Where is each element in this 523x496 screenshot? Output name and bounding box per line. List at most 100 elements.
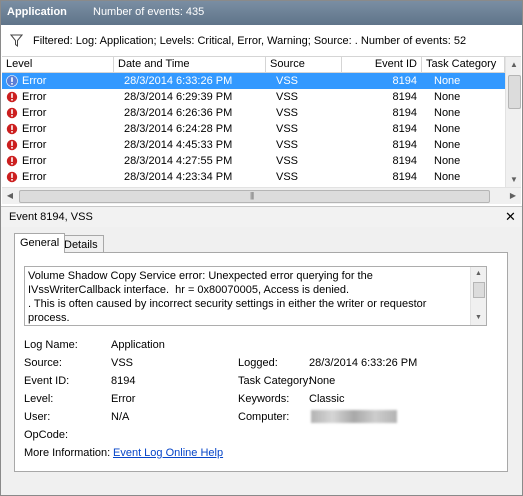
- cell-level: Error: [22, 91, 47, 103]
- table-row[interactable]: Error 28/3/2014 6:29:39 PM VSS 8194 None: [2, 89, 505, 105]
- user-label: User:: [24, 411, 51, 423]
- cell-task-category: None: [434, 139, 461, 151]
- error-icon: [6, 107, 18, 119]
- column-header-date-time[interactable]: Date and Time: [114, 57, 266, 72]
- event-id-value: 8194: [111, 375, 136, 387]
- event-detail-header: Event 8194, VSS ✕: [1, 206, 522, 228]
- cell-date-time: 28/3/2014 4:27:55 PM: [124, 155, 233, 167]
- filter-description: Filtered: Log: Application; Levels: Crit…: [33, 35, 467, 47]
- event-count: Number of events: 435: [93, 6, 205, 18]
- cell-event-id: 8194: [392, 75, 417, 87]
- cell-date-time: 28/3/2014 6:24:28 PM: [124, 123, 233, 135]
- opcode-label: OpCode:: [24, 429, 69, 441]
- cell-date-time: 28/3/2014 4:23:34 PM: [124, 171, 233, 183]
- level-value: Error: [111, 393, 136, 405]
- message-scroll-up-icon[interactable]: ▲: [471, 267, 486, 281]
- cell-event-id: 8194: [392, 139, 417, 151]
- keywords-value: Classic: [309, 393, 345, 405]
- table-vertical-scrollbar[interactable]: ▲ ▼: [505, 57, 521, 188]
- logged-label: Logged:: [238, 357, 278, 369]
- table-row[interactable]: Error 28/3/2014 6:33:26 PM VSS 8194 None: [2, 73, 505, 89]
- cell-task-category: None: [434, 171, 461, 183]
- error-icon: [6, 171, 18, 183]
- column-header-event-id[interactable]: Event ID: [342, 57, 422, 72]
- scroll-up-icon[interactable]: ▲: [506, 57, 521, 73]
- column-header-task-category[interactable]: Task Category: [422, 57, 505, 72]
- error-icon: [6, 155, 18, 167]
- cell-task-category: None: [434, 75, 461, 87]
- event-log-online-help-link[interactable]: Event Log Online Help: [113, 447, 223, 459]
- cell-event-id: 8194: [392, 107, 417, 119]
- filter-bar: Filtered: Log: Application; Levels: Crit…: [1, 29, 522, 53]
- cell-date-time: 28/3/2014 6:26:36 PM: [124, 107, 233, 119]
- log-name-value: Application: [111, 339, 165, 351]
- message-scrollbar[interactable]: ▲ ▼: [470, 267, 486, 325]
- horizontal-scroll-thumb[interactable]: |||: [19, 190, 490, 203]
- source-label: Source:: [24, 357, 62, 369]
- cell-source: VSS: [276, 123, 299, 135]
- filter-icon: [9, 34, 24, 50]
- general-tab-panel: Volume Shadow Copy Service error: Unexpe…: [14, 252, 508, 472]
- cell-level: Error: [22, 123, 47, 135]
- source-value: VSS: [111, 357, 134, 369]
- cell-source: VSS: [276, 171, 299, 183]
- cell-date-time: 28/3/2014 6:33:26 PM: [124, 75, 233, 87]
- error-icon: [6, 123, 18, 135]
- table-row[interactable]: Error 28/3/2014 6:26:36 PM VSS 8194 None: [2, 105, 505, 121]
- scroll-down-icon[interactable]: ▼: [506, 172, 521, 188]
- cell-source: VSS: [276, 75, 299, 87]
- cell-level: Error: [22, 75, 47, 87]
- task-category-label: Task Category:: [238, 375, 312, 387]
- event-message-text: Volume Shadow Copy Service error: Unexpe…: [28, 270, 427, 324]
- scroll-left-icon[interactable]: ◀: [2, 188, 18, 204]
- event-id-label: Event ID:: [24, 375, 70, 387]
- event-detail-title: Event 8194, VSS: [9, 211, 93, 223]
- cell-level: Error: [22, 139, 47, 151]
- user-value: N/A: [111, 411, 130, 423]
- tab-general[interactable]: General: [14, 233, 66, 253]
- cell-source: VSS: [276, 107, 299, 119]
- table-horizontal-scrollbar[interactable]: ◀ ||| ▶: [2, 187, 521, 204]
- cell-source: VSS: [276, 155, 299, 167]
- cell-task-category: None: [434, 91, 461, 103]
- cell-event-id: 8194: [392, 91, 417, 103]
- cell-level: Error: [22, 155, 47, 167]
- cell-source: VSS: [276, 139, 299, 151]
- table-row[interactable]: Error 28/3/2014 4:27:55 PM VSS 8194 None: [2, 153, 505, 169]
- more-information-label: More Information:: [24, 447, 111, 459]
- cell-event-id: 8194: [392, 171, 417, 183]
- table-row[interactable]: Error 28/3/2014 6:24:28 PM VSS 8194 None: [2, 121, 505, 137]
- event-viewer-window: Application Number of events: 435 Filter…: [0, 0, 523, 496]
- cell-event-id: 8194: [392, 155, 417, 167]
- computer-name-redacted: [311, 410, 397, 423]
- computer-label: Computer:: [238, 411, 290, 423]
- event-message-box[interactable]: Volume Shadow Copy Service error: Unexpe…: [24, 266, 487, 326]
- cell-event-id: 8194: [392, 123, 417, 135]
- level-label: Level:: [24, 393, 54, 405]
- table-row[interactable]: Error 28/3/2014 4:23:34 PM VSS 8194 None: [2, 169, 505, 185]
- log-title-bar: Application Number of events: 435: [1, 1, 522, 25]
- cell-source: VSS: [276, 91, 299, 103]
- log-name-label: Log Name:: [24, 339, 78, 351]
- task-category-value: None: [309, 375, 336, 387]
- cell-level: Error: [22, 171, 47, 183]
- column-header-source[interactable]: Source: [266, 57, 342, 72]
- events-table: Level Date and Time Source Event ID Task…: [2, 56, 521, 188]
- scroll-right-icon[interactable]: ▶: [505, 188, 521, 204]
- message-scroll-down-icon[interactable]: ▼: [471, 311, 486, 325]
- table-row[interactable]: Error 28/3/2014 4:45:33 PM VSS 8194 None: [2, 137, 505, 153]
- error-icon: [6, 91, 18, 103]
- cell-date-time: 28/3/2014 6:29:39 PM: [124, 91, 233, 103]
- cell-date-time: 28/3/2014 4:45:33 PM: [124, 139, 233, 151]
- cell-level: Error: [22, 107, 47, 119]
- scroll-thumb[interactable]: [508, 75, 521, 109]
- keywords-label: Keywords:: [238, 393, 290, 405]
- logged-value: 28/3/2014 6:33:26 PM: [309, 357, 418, 369]
- cell-task-category: None: [434, 107, 461, 119]
- message-scroll-thumb[interactable]: [473, 282, 485, 298]
- close-icon[interactable]: ✕: [505, 209, 516, 225]
- log-name-title: Application: [7, 6, 67, 18]
- cell-task-category: None: [434, 155, 461, 167]
- error-icon: [6, 75, 18, 87]
- column-header-level[interactable]: Level: [2, 57, 114, 72]
